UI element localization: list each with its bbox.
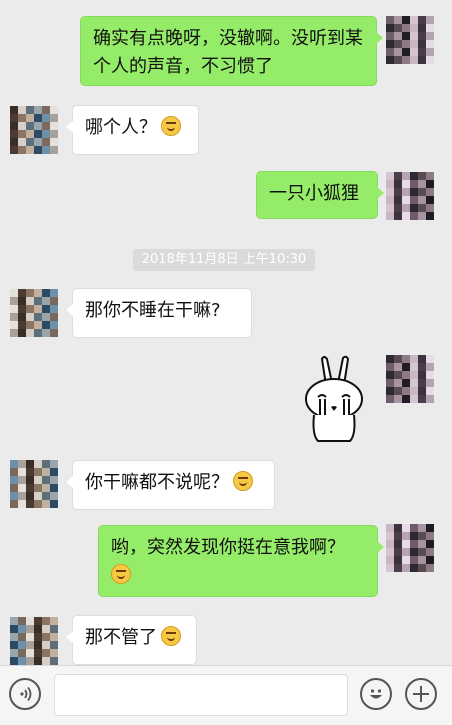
message-text: 哟，突然发现你挺在意我啊？ — [111, 537, 345, 558]
emoji-button[interactable] — [360, 678, 392, 710]
message-text: 确实有点晚呀，没辙啊。没听到某个人的声音，不习惯了 — [93, 28, 363, 77]
message-text: 你干嘛都不说呢？ — [85, 472, 229, 493]
message-input[interactable] — [54, 674, 348, 716]
friend-avatar[interactable] — [10, 106, 58, 154]
my-avatar[interactable] — [386, 16, 434, 64]
smile-face-emoji-icon — [233, 471, 253, 491]
my-avatar[interactable] — [386, 524, 434, 572]
input-bar — [0, 665, 452, 725]
timestamp: 2018年11月8日 上午10:30 — [133, 249, 315, 271]
message-bubble[interactable]: 确实有点晚呀，没辙啊。没听到某个人的声音，不习惯了 — [80, 16, 383, 86]
voice-icon — [20, 686, 32, 702]
message-text: 那不管了 — [85, 627, 157, 648]
message-bubble[interactable]: 哟，突然发现你挺在意我啊？ — [98, 525, 384, 597]
chat-area: 确实有点晚呀，没辙啊。没听到某个人的声音，不习惯了 哪个人？ 一只小狐狸 201… — [0, 0, 452, 665]
message-bubble[interactable]: 一只小狐狸 — [256, 171, 384, 219]
friend-avatar[interactable] — [10, 289, 58, 337]
message-text: 一只小狐狸 — [269, 183, 359, 204]
grin-face-emoji-icon — [161, 116, 181, 136]
embarrassed-face-emoji-icon — [161, 626, 181, 646]
plus-icon — [413, 686, 429, 702]
message-text: 哪个人？ — [85, 117, 157, 138]
plus-button[interactable] — [405, 678, 437, 710]
my-avatar[interactable] — [386, 355, 434, 403]
crying-rabbit-sticker[interactable] — [298, 355, 370, 443]
emoji-icon — [370, 689, 382, 699]
voice-button[interactable] — [9, 678, 41, 710]
friend-avatar[interactable] — [10, 460, 58, 508]
message-text: 那你不睡在干嘛? — [85, 300, 221, 321]
friend-avatar[interactable] — [10, 617, 58, 665]
message-bubble[interactable]: 那你不睡在干嘛? — [66, 288, 252, 338]
message-bubble[interactable]: 你干嘛都不说呢？ — [66, 460, 275, 510]
grin-face-emoji-icon — [111, 564, 131, 584]
message-bubble[interactable]: 哪个人？ — [66, 105, 199, 155]
message-bubble[interactable]: 那不管了 — [66, 615, 197, 665]
my-avatar[interactable] — [386, 172, 434, 220]
